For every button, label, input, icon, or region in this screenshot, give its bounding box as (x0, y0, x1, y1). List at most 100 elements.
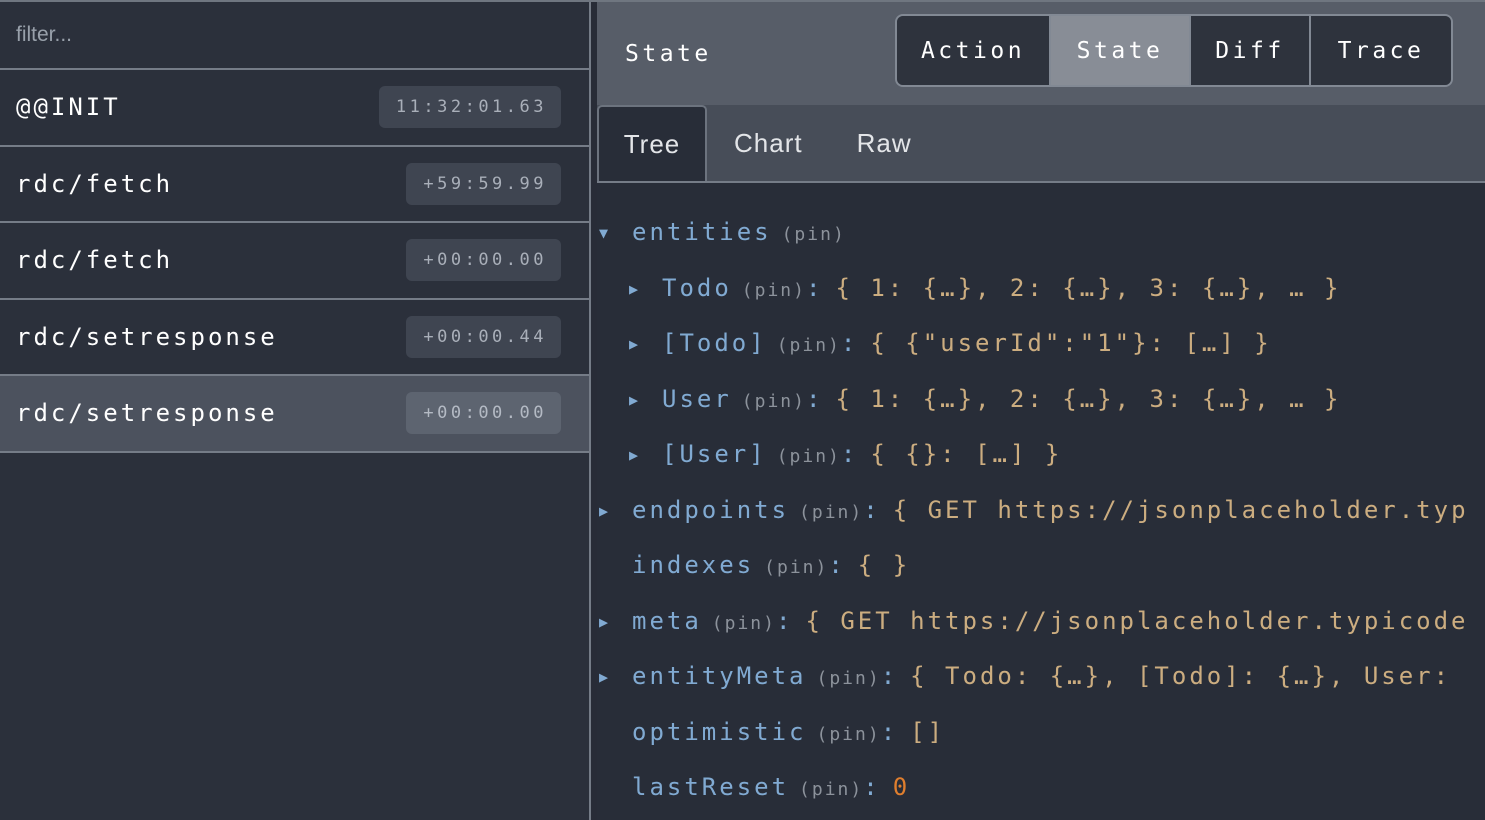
expander-icon[interactable]: ▶ (599, 595, 632, 650)
tree-key[interactable]: [Todo] (662, 329, 767, 357)
tree-key[interactable]: Todo (662, 274, 732, 302)
action-list-item[interactable]: rdc/setresponse +00:00.44 (0, 300, 589, 377)
action-time-badge: +00:00.00 (406, 239, 561, 281)
pin-link[interactable]: (pin) (712, 613, 776, 634)
tree-preview: { } (858, 551, 910, 579)
tree-colon: : (828, 551, 845, 579)
action-time-badge: +59:59.99 (406, 163, 561, 205)
pin-link[interactable]: (pin) (799, 502, 863, 523)
expander-icon[interactable]: ▶ (629, 262, 662, 317)
tree-colon: : (806, 385, 823, 413)
pin-link[interactable]: (pin) (782, 224, 846, 245)
action-time-badge: +00:00.00 (406, 392, 561, 434)
action-time-badge: +00:00.44 (406, 316, 561, 358)
tree-key[interactable]: User (662, 385, 732, 413)
tree-key[interactable]: optimistic (632, 718, 807, 746)
tree-colon: : (806, 274, 823, 302)
tab-label: Diff (1215, 38, 1284, 64)
tree-preview: { GET https://jsonplaceholder.typ (893, 496, 1469, 524)
tree-colon: : (881, 662, 898, 690)
action-inspector-panel: @@INIT 11:32:01.63 rdc/fetch +59:59.99 r… (0, 2, 591, 820)
action-name: rdc/fetch (16, 170, 173, 198)
tab-label: Action (921, 38, 1025, 64)
subtab-label: Chart (734, 128, 803, 159)
view-tab-group: Action State Diff Trace (895, 14, 1453, 87)
tab-trace[interactable]: Trace (1311, 16, 1451, 85)
tree-colon: : (841, 329, 858, 357)
state-tree: ▼entities(pin)▶Todo(pin):{ 1: {…}, 2: {…… (597, 183, 1485, 820)
subtab-label: Tree (624, 129, 681, 160)
action-name: rdc/setresponse (16, 399, 278, 427)
tree-colon: : (776, 607, 793, 635)
tree-key[interactable]: lastReset (632, 773, 789, 801)
tree-key[interactable]: entities (632, 218, 772, 246)
pin-link[interactable]: (pin) (742, 391, 806, 412)
action-list-item[interactable]: rdc/setresponse +00:00.00 (0, 376, 589, 453)
tree-colon: : (863, 496, 880, 524)
tree-colon: : (841, 440, 858, 468)
tab-label: State (1077, 38, 1164, 64)
tree-colon: : (863, 773, 880, 801)
tree-row: ▶[Todo] (pin): { {"userId":"1"}: […] } (599, 316, 1485, 372)
tree-row: lastReset (pin):0 (599, 760, 1485, 816)
tree-row: optimistic (pin): [] (599, 705, 1485, 761)
pin-link[interactable]: (pin) (799, 779, 863, 800)
expander-icon[interactable]: ▶ (599, 484, 632, 539)
tree-row: indexes (pin): { } (599, 538, 1485, 594)
pin-link[interactable]: (pin) (817, 668, 881, 689)
pin-link[interactable]: (pin) (777, 335, 841, 356)
pin-link[interactable]: (pin) (764, 557, 828, 578)
action-list-item[interactable]: @@INIT 11:32:01.63 (0, 70, 589, 147)
action-name: rdc/setresponse (16, 323, 278, 351)
pin-link[interactable]: (pin) (777, 446, 841, 467)
expander-icon[interactable]: ▶ (629, 373, 662, 428)
tree-key[interactable]: meta (632, 607, 702, 635)
subtab-bar: Tree Chart Raw (597, 105, 1485, 183)
inspector-header: State Action State Diff Trace (597, 2, 1485, 105)
tree-preview: { Todo: {…}, [Todo]: {…}, User: (910, 662, 1451, 690)
expander-icon[interactable]: ▶ (599, 650, 632, 705)
expander-icon[interactable]: ▶ (629, 428, 662, 483)
tree-key[interactable]: endpoints (632, 496, 789, 524)
subtab-chart[interactable]: Chart (707, 105, 830, 181)
tree-preview: { GET https://jsonplaceholder.typicode (805, 607, 1468, 635)
tree-preview: { {"userId":"1"}: […] } (870, 329, 1271, 357)
tree-row: ▶[User] (pin): { {}: […] } (599, 427, 1485, 483)
pin-link[interactable]: (pin) (742, 280, 806, 301)
tree-preview: { 1: {…}, 2: {…}, 3: {…}, … } (835, 385, 1341, 413)
expander-icon[interactable]: ▶ (629, 317, 662, 372)
tab-action[interactable]: Action (897, 16, 1051, 85)
expander-icon[interactable]: ▼ (599, 206, 632, 261)
tree-row: ▶entityMeta (pin): { Todo: {…}, [Todo]: {…… (599, 649, 1485, 705)
action-time-badge: 11:32:01.63 (379, 86, 561, 128)
tree-row: ▶meta (pin): { GET https://jsonplaceholder… (599, 594, 1485, 650)
subtab-label: Raw (857, 128, 912, 159)
tree-key[interactable]: indexes (632, 551, 754, 579)
action-list: @@INIT 11:32:01.63 rdc/fetch +59:59.99 r… (0, 70, 589, 453)
tree-colon: : (881, 718, 898, 746)
tree-preview: 0 (893, 773, 910, 801)
tree-row: ▶endpoints (pin): { GET https://jsonplaceh… (599, 483, 1485, 539)
redux-devtools: @@INIT 11:32:01.63 rdc/fetch +59:59.99 r… (0, 0, 1485, 820)
subtab-raw[interactable]: Raw (830, 105, 939, 181)
pin-link[interactable]: (pin) (817, 724, 881, 745)
action-list-item[interactable]: rdc/fetch +59:59.99 (0, 147, 589, 224)
tree-key[interactable]: [User] (662, 440, 767, 468)
action-name: rdc/fetch (16, 246, 173, 274)
filter-input[interactable] (16, 23, 573, 47)
subtab-tree[interactable]: Tree (597, 105, 707, 181)
tree-row: ▶User (pin): { 1: {…}, 2: {…}, 3: {…}, … } (599, 372, 1485, 428)
page-title: State (625, 41, 712, 67)
tab-state[interactable]: State (1051, 16, 1191, 85)
tree-key[interactable]: entityMeta (632, 662, 807, 690)
tab-diff[interactable]: Diff (1191, 16, 1311, 85)
tree-preview: { {}: […] } (870, 440, 1062, 468)
tree-row: ▼entities (pin) (599, 205, 1485, 261)
state-inspector-panel: State Action State Diff Trace Tree Chart… (597, 2, 1485, 820)
action-list-item[interactable]: rdc/fetch +00:00.00 (0, 223, 589, 300)
tree-preview: { 1: {…}, 2: {…}, 3: {…}, … } (835, 274, 1341, 302)
filter-row (0, 2, 589, 70)
tree-preview: [] (910, 718, 945, 746)
tab-label: Trace (1338, 38, 1425, 64)
action-name: @@INIT (16, 93, 121, 121)
